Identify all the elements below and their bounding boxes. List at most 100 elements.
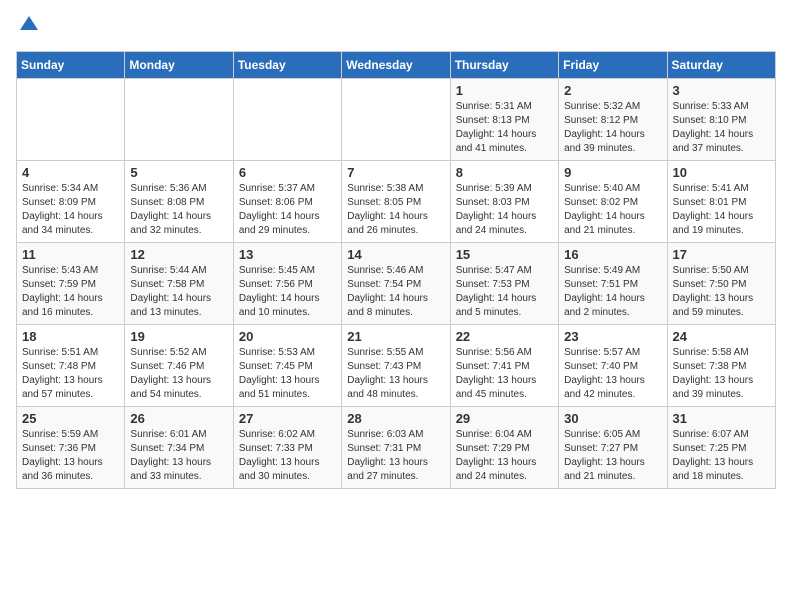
day-info: Sunrise: 5:38 AM Sunset: 8:05 PM Dayligh… [347, 182, 444, 238]
day-number: 24 [673, 329, 770, 344]
day-info: Sunrise: 5:44 AM Sunset: 7:58 PM Dayligh… [130, 264, 227, 320]
day-info: Sunrise: 6:02 AM Sunset: 7:33 PM Dayligh… [239, 428, 336, 484]
calendar-cell [342, 79, 450, 161]
calendar-cell [17, 79, 125, 161]
day-number: 25 [22, 411, 119, 426]
day-info: Sunrise: 5:36 AM Sunset: 8:08 PM Dayligh… [130, 182, 227, 238]
calendar-cell: 3 Sunrise: 5:33 AM Sunset: 8:10 PM Daylig… [667, 79, 775, 161]
calendar-cell: 2 Sunrise: 5:32 AM Sunset: 8:12 PM Daylig… [559, 79, 667, 161]
page-header [16, 16, 776, 39]
day-number: 4 [22, 165, 119, 180]
calendar-body: 1Sunrise: 5:31 AM Sunset: 8:13 PM Daylig… [17, 79, 776, 489]
calendar-cell: 5 Sunrise: 5:36 AM Sunset: 8:08 PM Daylig… [125, 161, 233, 243]
calendar-table: SundayMondayTuesdayWednesdayThursdayFrid… [16, 51, 776, 489]
calendar-cell: 26 Sunrise: 6:01 AM Sunset: 7:34 PM Dayli… [125, 407, 233, 489]
day-info: Sunrise: 5:39 AM Sunset: 8:03 PM Dayligh… [456, 182, 553, 238]
day-info: Sunrise: 5:59 AM Sunset: 7:36 PM Dayligh… [22, 428, 119, 484]
calendar-cell: 12Sunrise: 5:44 AM Sunset: 7:58 PM Dayli… [125, 243, 233, 325]
calendar-cell: 9 Sunrise: 5:40 AM Sunset: 8:02 PM Daylig… [559, 161, 667, 243]
day-info: Sunrise: 5:40 AM Sunset: 8:02 PM Dayligh… [564, 182, 661, 238]
day-number: 22 [456, 329, 553, 344]
day-number: 27 [239, 411, 336, 426]
day-info: Sunrise: 5:49 AM Sunset: 7:51 PM Dayligh… [564, 264, 661, 320]
day-number: 11 [22, 247, 119, 262]
day-info: Sunrise: 6:05 AM Sunset: 7:27 PM Dayligh… [564, 428, 661, 484]
calendar-cell: 10 Sunrise: 5:41 AM Sunset: 8:01 PM Dayli… [667, 161, 775, 243]
day-info: Sunrise: 5:58 AM Sunset: 7:38 PM Dayligh… [673, 346, 770, 402]
day-info: Sunrise: 5:52 AM Sunset: 7:46 PM Dayligh… [130, 346, 227, 402]
weekday-header: Wednesday [342, 52, 450, 79]
day-number: 10 [673, 165, 770, 180]
calendar-header-row: SundayMondayTuesdayWednesdayThursdayFrid… [17, 52, 776, 79]
day-number: 3 [673, 83, 770, 98]
logo [16, 16, 38, 39]
day-info: Sunrise: 5:32 AM Sunset: 8:12 PM Dayligh… [564, 100, 661, 156]
calendar-week-row: 18 Sunrise: 5:51 AM Sunset: 7:48 PM Dayli… [17, 325, 776, 407]
weekday-header: Monday [125, 52, 233, 79]
day-number: 2 [564, 83, 661, 98]
day-number: 21 [347, 329, 444, 344]
calendar-cell: 29 Sunrise: 6:04 AM Sunset: 7:29 PM Dayli… [450, 407, 558, 489]
day-info: Sunrise: 5:41 AM Sunset: 8:01 PM Dayligh… [673, 182, 770, 238]
day-info: Sunrise: 5:31 AM Sunset: 8:13 PM Dayligh… [456, 100, 553, 156]
logo-triangle-icon [20, 14, 38, 32]
weekday-header: Sunday [17, 52, 125, 79]
calendar-cell: 28 Sunrise: 6:03 AM Sunset: 7:31 PM Dayli… [342, 407, 450, 489]
day-number: 17 [673, 247, 770, 262]
calendar-cell: 6Sunrise: 5:37 AM Sunset: 8:06 PM Daylig… [233, 161, 341, 243]
day-info: Sunrise: 5:57 AM Sunset: 7:40 PM Dayligh… [564, 346, 661, 402]
calendar-cell: 16 Sunrise: 5:49 AM Sunset: 7:51 PM Dayli… [559, 243, 667, 325]
day-info: Sunrise: 5:34 AM Sunset: 8:09 PM Dayligh… [22, 182, 119, 238]
day-info: Sunrise: 5:46 AM Sunset: 7:54 PM Dayligh… [347, 264, 444, 320]
calendar-cell: 8 Sunrise: 5:39 AM Sunset: 8:03 PM Daylig… [450, 161, 558, 243]
calendar-cell: 30 Sunrise: 6:05 AM Sunset: 7:27 PM Dayli… [559, 407, 667, 489]
day-number: 23 [564, 329, 661, 344]
calendar-cell: 1Sunrise: 5:31 AM Sunset: 8:13 PM Daylig… [450, 79, 558, 161]
calendar-cell [125, 79, 233, 161]
calendar-week-row: 25 Sunrise: 5:59 AM Sunset: 7:36 PM Dayli… [17, 407, 776, 489]
weekday-header: Saturday [667, 52, 775, 79]
day-info: Sunrise: 5:33 AM Sunset: 8:10 PM Dayligh… [673, 100, 770, 156]
weekday-header: Friday [559, 52, 667, 79]
calendar-cell: 15 Sunrise: 5:47 AM Sunset: 7:53 PM Dayli… [450, 243, 558, 325]
calendar-cell: 25 Sunrise: 5:59 AM Sunset: 7:36 PM Dayli… [17, 407, 125, 489]
calendar-week-row: 1Sunrise: 5:31 AM Sunset: 8:13 PM Daylig… [17, 79, 776, 161]
day-number: 7 [347, 165, 444, 180]
day-number: 16 [564, 247, 661, 262]
day-info: Sunrise: 6:03 AM Sunset: 7:31 PM Dayligh… [347, 428, 444, 484]
day-number: 29 [456, 411, 553, 426]
day-info: Sunrise: 5:56 AM Sunset: 7:41 PM Dayligh… [456, 346, 553, 402]
calendar-cell: 7 Sunrise: 5:38 AM Sunset: 8:05 PM Daylig… [342, 161, 450, 243]
day-number: 26 [130, 411, 227, 426]
calendar-cell: 11 Sunrise: 5:43 AM Sunset: 7:59 PM Dayli… [17, 243, 125, 325]
calendar-cell: 14 Sunrise: 5:46 AM Sunset: 7:54 PM Dayli… [342, 243, 450, 325]
day-info: Sunrise: 5:50 AM Sunset: 7:50 PM Dayligh… [673, 264, 770, 320]
calendar-cell: 22 Sunrise: 5:56 AM Sunset: 7:41 PM Dayli… [450, 325, 558, 407]
day-number: 9 [564, 165, 661, 180]
day-number: 30 [564, 411, 661, 426]
day-number: 14 [347, 247, 444, 262]
day-info: Sunrise: 5:53 AM Sunset: 7:45 PM Dayligh… [239, 346, 336, 402]
calendar-cell: 31Sunrise: 6:07 AM Sunset: 7:25 PM Dayli… [667, 407, 775, 489]
calendar-cell [233, 79, 341, 161]
day-info: Sunrise: 5:43 AM Sunset: 7:59 PM Dayligh… [22, 264, 119, 320]
day-number: 28 [347, 411, 444, 426]
day-info: Sunrise: 6:04 AM Sunset: 7:29 PM Dayligh… [456, 428, 553, 484]
day-info: Sunrise: 5:37 AM Sunset: 8:06 PM Dayligh… [239, 182, 336, 238]
calendar-cell: 24 Sunrise: 5:58 AM Sunset: 7:38 PM Dayli… [667, 325, 775, 407]
weekday-header: Thursday [450, 52, 558, 79]
day-number: 8 [456, 165, 553, 180]
day-info: Sunrise: 5:47 AM Sunset: 7:53 PM Dayligh… [456, 264, 553, 320]
day-number: 13 [239, 247, 336, 262]
calendar-cell: 21 Sunrise: 5:55 AM Sunset: 7:43 PM Dayli… [342, 325, 450, 407]
day-number: 5 [130, 165, 227, 180]
calendar-cell: 23 Sunrise: 5:57 AM Sunset: 7:40 PM Dayli… [559, 325, 667, 407]
day-info: Sunrise: 5:51 AM Sunset: 7:48 PM Dayligh… [22, 346, 119, 402]
day-number: 15 [456, 247, 553, 262]
calendar-cell: 27 Sunrise: 6:02 AM Sunset: 7:33 PM Dayli… [233, 407, 341, 489]
day-info: Sunrise: 6:07 AM Sunset: 7:25 PM Dayligh… [673, 428, 770, 484]
day-number: 20 [239, 329, 336, 344]
day-number: 18 [22, 329, 119, 344]
day-info: Sunrise: 5:55 AM Sunset: 7:43 PM Dayligh… [347, 346, 444, 402]
day-info: Sunrise: 6:01 AM Sunset: 7:34 PM Dayligh… [130, 428, 227, 484]
